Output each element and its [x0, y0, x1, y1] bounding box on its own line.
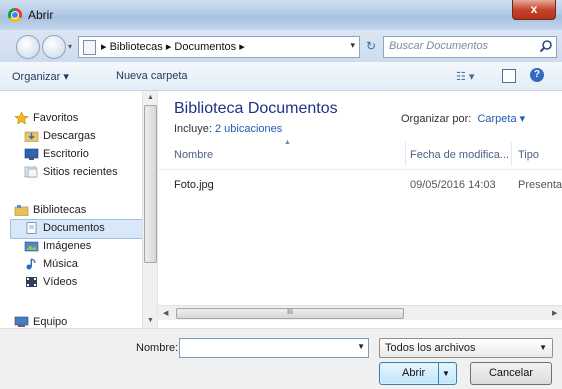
dialog-footer: Nombre: ▼ Todos los archivos ▼ Abrir ▼ C… [0, 328, 562, 389]
videos-icon [26, 277, 37, 288]
filename-input[interactable] [182, 340, 342, 354]
chrome-app-icon [8, 8, 22, 22]
sidebar-scroll-thumb[interactable] [144, 105, 157, 263]
sidebar-item-musica[interactable]: Música [24, 255, 78, 273]
file-name[interactable]: Foto.jpg [174, 179, 214, 191]
library-includes: Incluye: 2 ubicaciones [174, 123, 282, 135]
filename-label: Nombre: [136, 342, 179, 354]
breadcrumb[interactable]: ▸ Bibliotecas ▸ Documentos ▸ [101, 40, 245, 53]
open-button[interactable]: Abrir ▼ [379, 362, 457, 385]
file-date: 09/05/2016 14:03 [410, 179, 496, 191]
split-divider [438, 363, 439, 384]
organize-menu[interactable]: Organizar ▾ [12, 70, 69, 83]
column-divider[interactable] [511, 142, 512, 166]
library-location-icon [83, 40, 96, 55]
sidebar-item-bibliotecas[interactable]: Bibliotecas [14, 201, 86, 219]
arrange-by: Organizar por: Carpeta ▾ [401, 112, 525, 125]
navigation-pane: Favoritos Descargas Escritorio Sitios re… [0, 91, 158, 328]
sidebar-item-label: Vídeos [43, 276, 78, 288]
new-folder-button[interactable]: Nueva carpeta [116, 70, 188, 82]
help-icon[interactable]: ? [530, 68, 544, 82]
back-button[interactable] [16, 35, 40, 59]
forward-button[interactable] [42, 35, 66, 59]
navigation-bar: ▾ ▸ Bibliotecas ▸ Documentos ▸ ▾ ↻ Busca… [0, 30, 562, 62]
column-header-date[interactable]: Fecha de modifica... [410, 149, 509, 161]
documents-icon [26, 222, 37, 234]
sidebar-item-label: Bibliotecas [33, 204, 87, 216]
open-button-label: Abrir [402, 367, 426, 379]
sidebar-item-label: Equipo [33, 316, 68, 328]
star-icon [14, 112, 29, 125]
search-icon[interactable] [539, 39, 553, 53]
title-bar: Abrir x [0, 0, 562, 30]
sort-ascending-icon: ▲ [284, 139, 291, 146]
sidebar-item-label: Descargas [43, 130, 96, 142]
header-divider [158, 169, 562, 170]
refresh-icon[interactable]: ↻ [362, 36, 380, 56]
libraries-icon [14, 205, 29, 217]
sidebar-item-label: Favoritos [33, 112, 79, 124]
cancel-button-label: Cancelar [488, 367, 534, 379]
filename-combobox[interactable]: ▼ [179, 338, 369, 358]
includes-label: Incluye: [174, 123, 212, 135]
library-title: Biblioteca Documentos [174, 100, 338, 117]
preview-pane-icon[interactable] [502, 69, 516, 83]
sidebar-item-label: Documentos [43, 222, 105, 234]
scroll-down-icon[interactable]: ▼ [147, 317, 154, 324]
sidebar-item-descargas[interactable]: Descargas [24, 127, 96, 145]
search-box[interactable]: Buscar Documentos [383, 36, 557, 58]
horizontal-scrollbar[interactable]: ◀ III ▶ [158, 305, 562, 320]
music-icon [26, 258, 36, 270]
cancel-button[interactable]: Cancelar [470, 362, 552, 385]
sidebar-item-documentos[interactable]: Documentos [24, 219, 105, 237]
sidebar-item-label: Escritorio [43, 148, 89, 160]
computer-icon [14, 316, 29, 328]
command-toolbar: Organizar ▾ Nueva carpeta ☷ ▾ ? [0, 62, 562, 91]
scroll-right-icon[interactable]: ▶ [552, 309, 557, 317]
sidebar-item-favoritos[interactable]: Favoritos [14, 109, 78, 127]
history-dropdown-icon[interactable]: ▾ [68, 42, 72, 51]
scroll-left-icon[interactable]: ◀ [163, 309, 168, 317]
arrange-label: Organizar por: [401, 113, 472, 125]
horizontal-scroll-thumb[interactable]: III [176, 308, 404, 319]
desktop-icon [24, 148, 39, 161]
column-header-type[interactable]: Tipo [518, 149, 539, 161]
column-header-name[interactable]: Nombre [174, 149, 213, 161]
file-list-pane: Biblioteca Documentos Incluye: 2 ubicaci… [158, 91, 562, 328]
sidebar-item-label: Sitios recientes [43, 166, 118, 178]
scroll-up-icon[interactable]: ▲ [147, 94, 154, 101]
downloads-folder-icon [24, 131, 39, 143]
view-options-icon[interactable]: ☷ ▾ [456, 70, 474, 83]
sidebar-item-label: Música [43, 258, 78, 270]
search-input[interactable]: Buscar Documentos [389, 40, 488, 52]
filename-dropdown-icon[interactable]: ▼ [357, 342, 365, 351]
file-type: Presentac [518, 179, 562, 191]
filetype-value: Todos los archivos [385, 342, 476, 354]
filetype-dropdown-icon[interactable]: ▼ [539, 343, 547, 352]
window-title: Abrir [28, 8, 54, 22]
arrange-dropdown[interactable]: Carpeta ▾ [477, 113, 525, 125]
pictures-icon [24, 241, 39, 252]
sidebar-item-imagenes[interactable]: Imágenes [24, 237, 91, 255]
sidebar-item-videos[interactable]: Vídeos [24, 273, 77, 291]
open-options-dropdown-icon[interactable]: ▼ [442, 369, 450, 378]
close-button[interactable]: x [512, 0, 556, 20]
locations-link[interactable]: 2 ubicaciones [215, 123, 282, 135]
sidebar-scrollbar[interactable]: ▲ ▼ [142, 91, 157, 328]
sidebar-item-equipo[interactable]: Equipo [14, 313, 67, 328]
address-dropdown-icon[interactable]: ▾ [350, 40, 355, 51]
recent-places-icon [24, 166, 38, 178]
address-bar[interactable]: ▸ Bibliotecas ▸ Documentos ▸ ▾ [78, 36, 360, 58]
sidebar-item-label: Imágenes [43, 240, 92, 252]
sidebar-item-sitios-recientes[interactable]: Sitios recientes [24, 163, 118, 181]
filetype-select[interactable]: Todos los archivos ▼ [379, 338, 553, 358]
sidebar-item-escritorio[interactable]: Escritorio [24, 145, 89, 163]
column-divider[interactable] [405, 142, 406, 166]
